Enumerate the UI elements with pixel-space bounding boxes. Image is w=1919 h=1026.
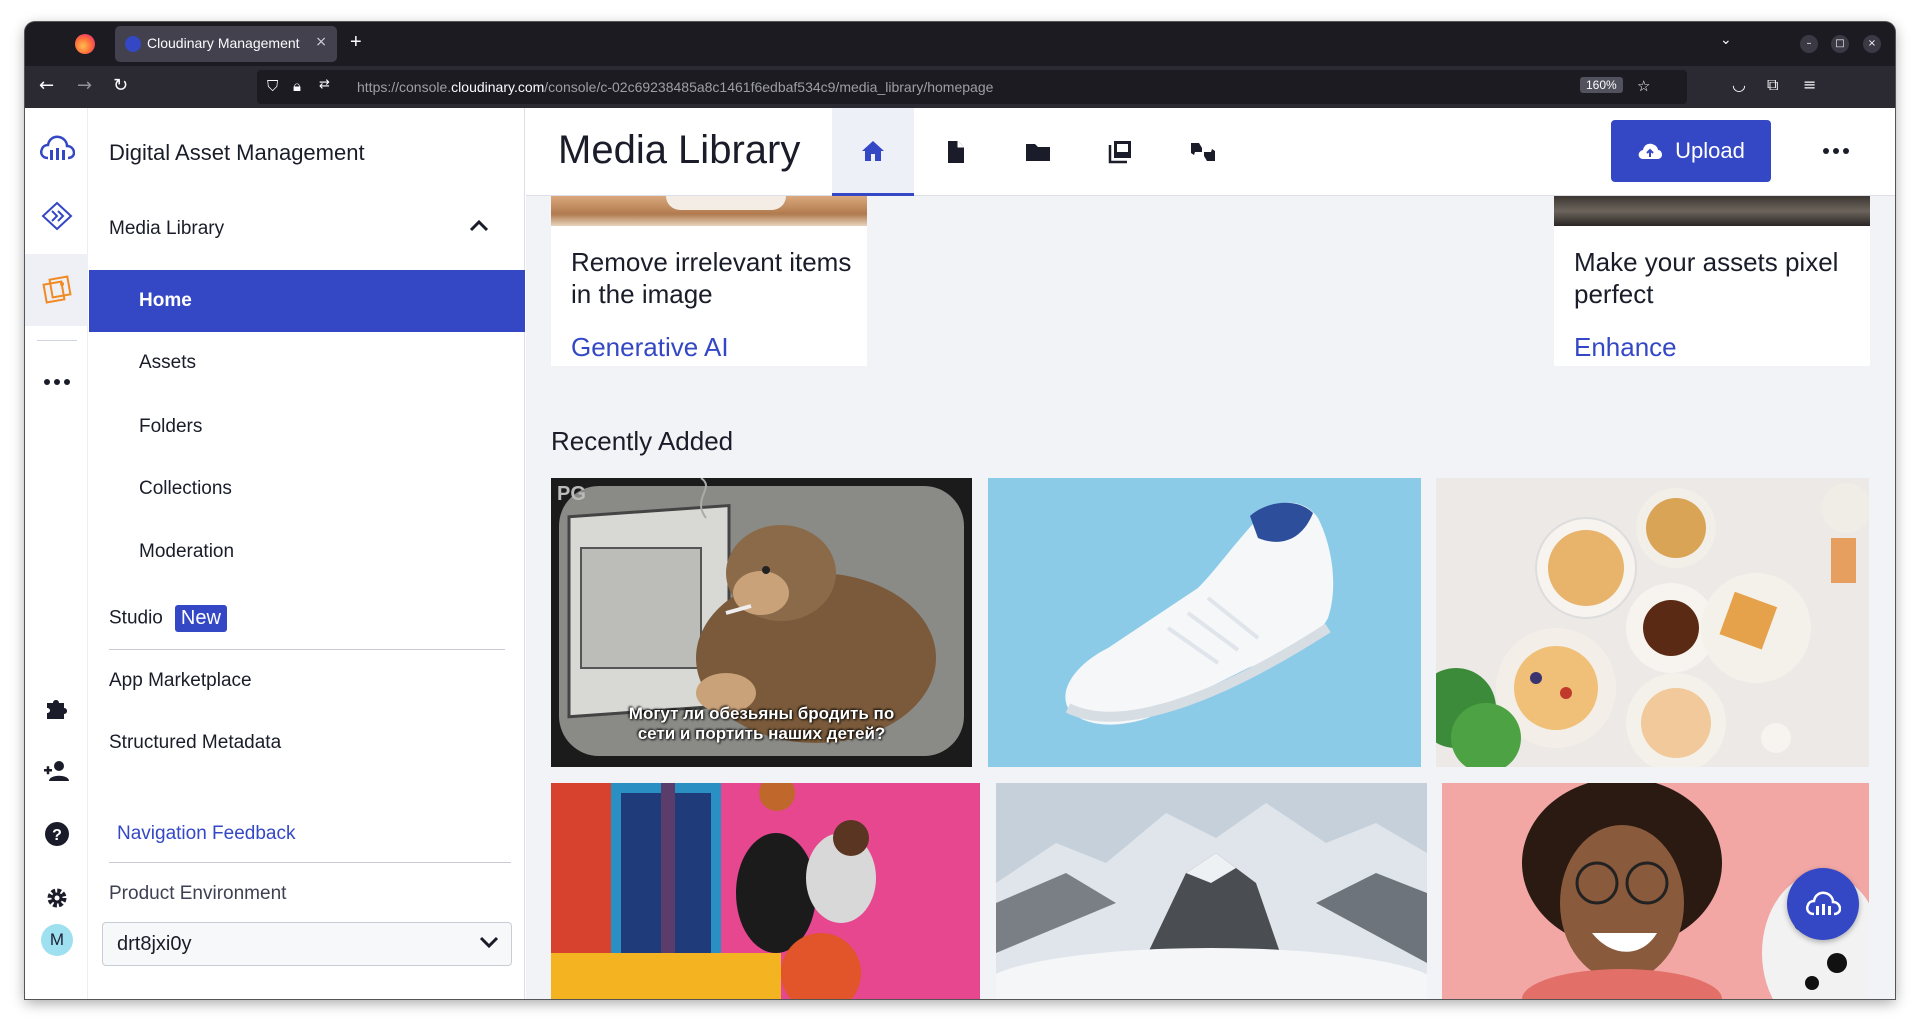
thumbnail-subtitle: Могут ли обезьяны бродить по сети и порт…	[628, 704, 895, 743]
cloudinary-help-fab[interactable]	[1787, 868, 1859, 940]
rail-divider	[37, 340, 77, 341]
asset-thumbnail-breakfast[interactable]	[1436, 478, 1869, 767]
browser-window: Cloudinary Management × + ⌄ – □ × ← → ↻ …	[25, 22, 1895, 999]
file-icon	[948, 141, 964, 163]
digital-asset-management-icon[interactable]	[37, 270, 77, 310]
tab-moderation[interactable]	[1162, 108, 1244, 196]
new-badge: New	[174, 605, 227, 632]
close-window-icon[interactable]: ×	[1863, 35, 1881, 53]
chevron-up-icon[interactable]	[469, 218, 489, 237]
product-environment-label: Product Environment	[109, 883, 287, 904]
more-products-icon[interactable]	[37, 362, 77, 402]
sidebar-section-media-library[interactable]: Media Library	[109, 218, 224, 240]
menu-icon[interactable]: ≡	[1803, 75, 1816, 94]
sidebar-divider	[109, 649, 505, 650]
card-description: Make your assets pixel perfect	[1574, 247, 1839, 309]
user-avatar[interactable]: M	[41, 924, 73, 956]
zoom-level-badge[interactable]: 160%	[1580, 77, 1623, 93]
sidebar-title: Digital Asset Management	[109, 140, 365, 165]
main-area: Media Library Upload Remove irrelevant i…	[526, 108, 1895, 999]
sidebar-item-folders[interactable]: Folders	[89, 396, 525, 458]
asset-thumbnail-monkey[interactable]: PG Могут ли обезьяны бродить по сети и п…	[551, 478, 972, 767]
card-description: Remove irrelevant items in the image	[571, 247, 852, 309]
thumbs-up-down-icon	[1191, 143, 1215, 161]
page-title: Media Library	[558, 128, 801, 172]
tab-folders[interactable]	[997, 108, 1079, 196]
puzzle-piece-icon[interactable]	[37, 688, 77, 728]
tab-bar: Cloudinary Management × + ⌄ – □ ×	[25, 22, 1895, 66]
tab-collections[interactable]	[1079, 108, 1161, 196]
collections-icon	[1108, 141, 1131, 164]
card-link-generative-ai[interactable]: Generative AI	[571, 332, 729, 363]
thumbnail-corner-text: PG	[557, 483, 586, 505]
studio-label: Studio	[109, 607, 163, 629]
sidebar: Digital Asset Management Media Library H…	[89, 108, 525, 999]
url-bar[interactable]: ⛉ 🔒︎ ⇄ https://console.cloudinary.com/co…	[257, 70, 1687, 104]
add-user-icon[interactable]	[37, 751, 77, 791]
tab-home[interactable]	[832, 108, 914, 196]
cloud-upload-icon	[1638, 143, 1663, 159]
settings-gear-icon[interactable]	[37, 878, 77, 918]
cloudinary-logo-icon	[1806, 891, 1841, 916]
cloudinary-logo-icon[interactable]	[37, 128, 77, 168]
svg-text:?: ?	[52, 827, 62, 844]
shield-icon[interactable]: ⛉	[267, 77, 278, 95]
navigation-feedback-link[interactable]: Navigation Feedback	[117, 823, 296, 845]
browser-tab[interactable]: Cloudinary Management ×	[115, 26, 337, 62]
minimize-icon[interactable]: –	[1800, 35, 1818, 53]
upload-button[interactable]: Upload	[1611, 120, 1771, 182]
cloudinary-favicon-icon	[125, 36, 141, 52]
sidebar-item-structured-metadata[interactable]: Structured Metadata	[109, 732, 281, 754]
icon-rail: ? M	[25, 108, 88, 999]
sidebar-item-moderation[interactable]: Moderation	[89, 521, 525, 583]
sidebar-item-studio[interactable]: Studio New	[109, 605, 227, 632]
card-link-enhance[interactable]: Enhance	[1574, 332, 1677, 363]
home-icon	[862, 140, 884, 161]
asset-thumbnail-sneaker[interactable]	[988, 478, 1421, 767]
sidebar-item-home[interactable]: Home	[89, 270, 525, 332]
product-environment-select[interactable]: drt8jxi0y	[102, 922, 512, 966]
tab-title: Cloudinary Management	[147, 35, 300, 51]
card-image-partial	[1554, 196, 1870, 226]
sidebar-item-assets[interactable]: Assets	[89, 332, 525, 394]
sidebar-item-collections[interactable]: Collections	[89, 458, 525, 520]
pocket-icon[interactable]: ◡	[1732, 75, 1746, 94]
help-icon[interactable]: ?	[37, 814, 77, 854]
list-all-tabs-icon[interactable]: ⌄	[1720, 32, 1732, 48]
chevron-down-icon	[479, 935, 499, 954]
bookmark-star-icon[interactable]: ☆	[1637, 77, 1650, 95]
folder-icon	[1026, 144, 1050, 161]
firefox-logo-icon[interactable]	[75, 34, 95, 54]
more-options-icon[interactable]	[1816, 136, 1856, 166]
reload-icon[interactable]: ↻	[113, 75, 128, 96]
page-content: ? M Digital Asset Management Media Libra…	[25, 108, 1895, 999]
page-header: Media Library Upload	[526, 108, 1895, 196]
forward-icon[interactable]: →	[77, 75, 92, 96]
new-tab-button[interactable]: +	[350, 31, 362, 54]
navigation-bar: ← → ↻ ⛉ 🔒︎ ⇄ https://console.cloudinary.…	[25, 66, 1895, 108]
asset-thumbnail-mountains[interactable]	[996, 783, 1427, 999]
product-environment-value: drt8jxi0y	[117, 933, 192, 955]
url-text[interactable]: https://console.cloudinary.com/console/c…	[357, 79, 993, 95]
lock-icon[interactable]: 🔒︎	[293, 77, 301, 95]
asset-thumbnail-basketball[interactable]	[551, 783, 980, 999]
card-image-partial	[551, 196, 867, 226]
upload-label: Upload	[1675, 138, 1745, 163]
programmable-media-icon[interactable]	[37, 196, 77, 236]
extensions-icon[interactable]: ⧉	[1767, 75, 1778, 95]
tab-assets[interactable]	[915, 108, 997, 196]
recently-added-heading: Recently Added	[551, 426, 734, 456]
tracking-protection-icon[interactable]: ⇄	[319, 77, 330, 92]
maximize-icon[interactable]: □	[1831, 35, 1849, 53]
sidebar-divider	[109, 862, 511, 863]
back-icon[interactable]: ←	[39, 75, 54, 96]
tab-close-icon[interactable]: ×	[315, 34, 327, 50]
sidebar-item-app-marketplace[interactable]: App Marketplace	[109, 670, 252, 692]
